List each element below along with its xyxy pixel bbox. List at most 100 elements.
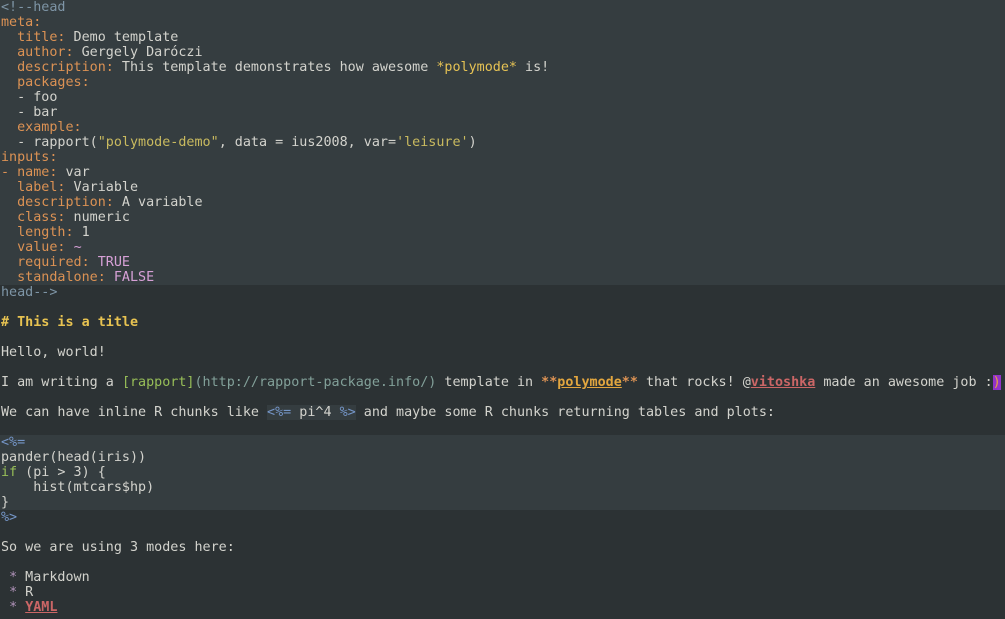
code-token: We can have inline R chunks like [1, 405, 267, 420]
polymode-link[interactable]: polymode [557, 375, 622, 390]
code-token: is! [517, 60, 549, 75]
code-token [90, 255, 98, 270]
code-token: required: [1, 255, 90, 270]
code-token: } [1, 495, 9, 510]
code-line[interactable]: description: This template demonstrates … [0, 60, 1005, 75]
code-line[interactable] [0, 330, 1005, 345]
code-token [1, 585, 9, 600]
rapport-url[interactable]: (http://rapport-package.info/) [195, 375, 437, 390]
code-token: that rocks! @ [638, 375, 751, 390]
editor[interactable]: <!--headmeta: title: Demo template autho… [0, 0, 1005, 619]
code-token: ) [469, 135, 477, 150]
code-line[interactable]: standalone: FALSE [0, 270, 1005, 285]
code-token: I am writing a [1, 375, 122, 390]
code-line[interactable]: label: Variable [0, 180, 1005, 195]
code-token: ** [622, 375, 638, 390]
code-token: "polymode-demo" [98, 135, 219, 150]
code-token [106, 270, 114, 285]
code-line[interactable]: # This is a title [0, 315, 1005, 330]
code-line[interactable]: head--> [0, 285, 1005, 300]
code-line[interactable] [0, 300, 1005, 315]
code-token: , data = ius2008, var= [219, 135, 396, 150]
code-token: So we are using 3 modes here: [1, 540, 235, 555]
code-line[interactable]: inputs: [0, 150, 1005, 165]
code-line[interactable]: - bar [0, 105, 1005, 120]
code-line[interactable] [0, 360, 1005, 375]
code-token: pi^4 [291, 405, 339, 420]
code-token: length: [1, 225, 74, 240]
code-token [17, 600, 25, 615]
code-line[interactable]: title: Demo template [0, 30, 1005, 45]
code-token: standalone: [1, 270, 106, 285]
code-token: value: [1, 240, 66, 255]
code-line[interactable]: length: 1 [0, 225, 1005, 240]
code-token: hist(mtcars$hp) [1, 480, 154, 495]
code-line[interactable]: pander(head(iris)) [0, 450, 1005, 465]
code-token: - bar [1, 105, 57, 120]
code-line[interactable]: author: Gergely Daróczi [0, 45, 1005, 60]
list-bullet: * [9, 585, 17, 600]
code-line[interactable]: } [0, 495, 1005, 510]
code-token: meta: [1, 15, 41, 30]
code-line[interactable]: - name: var [0, 165, 1005, 180]
code-line[interactable]: I am writing a [rapport](http://rapport-… [0, 375, 1005, 390]
inline-chunk-close: %> [340, 405, 356, 420]
code-line[interactable]: * Markdown [0, 570, 1005, 585]
code-line[interactable]: Hello, world! [0, 345, 1005, 360]
vitoshka-link[interactable]: vitoshka [751, 375, 816, 390]
code-token: class: [1, 210, 66, 225]
inline-chunk-open: <%= [267, 405, 291, 420]
code-line[interactable]: * YAML [0, 600, 1005, 615]
code-token: Variable [66, 180, 139, 195]
code-line[interactable]: <%= [0, 435, 1005, 450]
head-close-marker: head--> [1, 285, 57, 300]
code-token: title: [1, 30, 66, 45]
code-line[interactable]: - rapport("polymode-demo", data = ius200… [0, 135, 1005, 150]
code-token: Markdown [17, 570, 90, 585]
code-line[interactable]: <!--head [0, 0, 1005, 15]
code-line[interactable]: required: TRUE [0, 255, 1005, 270]
code-token [1, 600, 9, 615]
code-line[interactable]: class: numeric [0, 210, 1005, 225]
code-line[interactable]: - foo [0, 90, 1005, 105]
code-token: if [1, 465, 17, 480]
code-token: made an awesome job : [815, 375, 992, 390]
list-bullet: * [9, 600, 17, 615]
code-line[interactable] [0, 390, 1005, 405]
code-line[interactable]: %> [0, 510, 1005, 525]
code-token: - rapport( [1, 135, 98, 150]
code-token: example: [1, 120, 82, 135]
cursor: ) [993, 375, 1001, 390]
code-token: var [57, 165, 89, 180]
code-line[interactable]: We can have inline R chunks like <%= pi^… [0, 405, 1005, 420]
chunk-open-marker: <%= [1, 435, 25, 450]
code-token: description: [1, 195, 114, 210]
markdown-heading: # This is a title [1, 315, 138, 330]
code-line[interactable]: packages: [0, 75, 1005, 90]
code-line[interactable]: * R [0, 585, 1005, 600]
code-token: Gergely Daróczi [74, 45, 203, 60]
code-token: packages: [1, 75, 90, 90]
code-line[interactable]: value: ~ [0, 240, 1005, 255]
code-line[interactable] [0, 555, 1005, 570]
code-token: description: [1, 60, 114, 75]
code-token: pander(head(iris)) [1, 450, 146, 465]
code-token: inputs: [1, 150, 57, 165]
code-token: template in [436, 375, 541, 390]
code-line[interactable]: So we are using 3 modes here: [0, 540, 1005, 555]
code-line[interactable] [0, 420, 1005, 435]
code-line[interactable]: example: [0, 120, 1005, 135]
rapport-link[interactable]: [rapport] [122, 375, 195, 390]
code-token: ~ [74, 240, 82, 255]
code-token: 'leisure' [396, 135, 469, 150]
code-token: This template demonstrates how awesome [114, 60, 436, 75]
code-line[interactable]: description: A variable [0, 195, 1005, 210]
code-token: 1 [74, 225, 90, 240]
code-line[interactable]: hist(mtcars$hp) [0, 480, 1005, 495]
code-token: - name: [1, 165, 57, 180]
code-line[interactable]: meta: [0, 15, 1005, 30]
code-token [1, 570, 9, 585]
code-line[interactable] [0, 525, 1005, 540]
yaml-link[interactable]: YAML [25, 600, 57, 615]
code-line[interactable]: if (pi > 3) { [0, 465, 1005, 480]
